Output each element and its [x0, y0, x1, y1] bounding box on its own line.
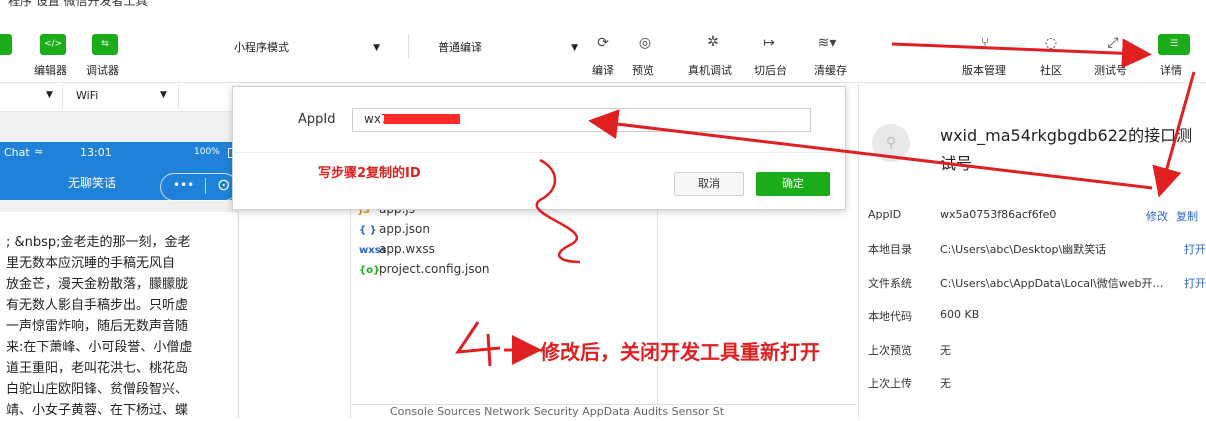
annotation-arrow-left [588, 109, 1153, 190]
annotation-squiggle [535, 158, 581, 264]
annotation-arrow-top [891, 38, 1152, 69]
annotation-step4: 修改后，关闭开发工具重新打开 [540, 340, 820, 364]
annotation-arrow-down [1152, 71, 1196, 198]
annotation-digit-4 [455, 321, 501, 367]
